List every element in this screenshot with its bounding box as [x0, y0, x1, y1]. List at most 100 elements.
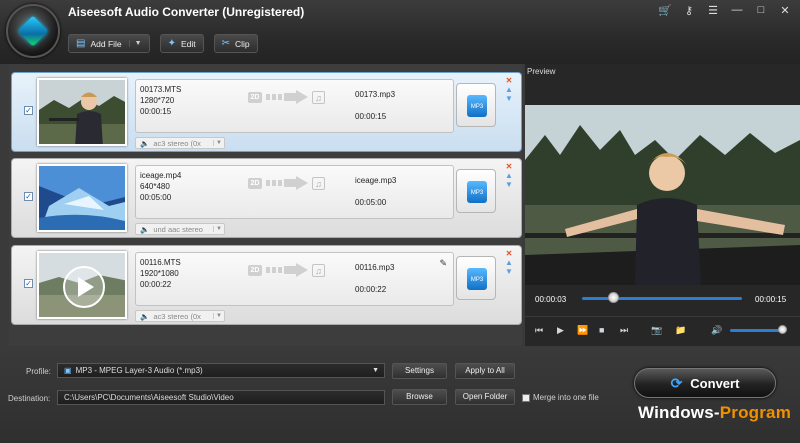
- move-up-icon[interactable]: ▲: [505, 258, 513, 267]
- seek-handle[interactable]: [608, 292, 619, 303]
- source-filename: 00173.MTS: [140, 85, 182, 94]
- refresh-icon: ⟳: [670, 374, 683, 391]
- file-row[interactable]: ✓ iceage.mp4 640*480 00:05:00 2D ♫ iceag…: [11, 158, 522, 238]
- chevron-down-icon: ▼: [213, 140, 224, 146]
- file-checkbox[interactable]: ✓: [24, 106, 33, 115]
- arrow-icon: [266, 176, 308, 190]
- source-duration: 00:05:00: [140, 193, 172, 202]
- output-filename: 00116.mp3: [355, 263, 395, 272]
- move-up-icon[interactable]: ▲: [505, 171, 513, 180]
- add-file-dropdown[interactable]: ▼: [128, 40, 142, 47]
- source-filename: 00116.MTS: [140, 258, 181, 267]
- audio-track-select[interactable]: 🔈 und aac stereo ▼: [135, 223, 225, 235]
- conversion-indicator: 2D ♫: [248, 176, 325, 190]
- seek-bar[interactable]: [582, 297, 742, 300]
- remove-icon[interactable]: ✕: [506, 76, 513, 85]
- speaker-icon: 🔈: [140, 224, 150, 234]
- output-filename: iceage.mp3: [355, 176, 397, 185]
- output-profile-button[interactable]: MP3: [456, 169, 496, 213]
- move-up-icon[interactable]: ▲: [505, 85, 513, 94]
- source-filename: iceage.mp4: [140, 171, 182, 180]
- remove-icon[interactable]: ✕: [506, 249, 513, 258]
- audio-track-select[interactable]: 🔈 ac3 stereo (0x ▼: [135, 310, 225, 322]
- minimize-icon[interactable]: —: [730, 4, 744, 17]
- open-folder-icon[interactable]: 📁: [675, 325, 686, 336]
- cart-icon[interactable]: 🛒: [658, 4, 672, 17]
- music-note-icon: ♫: [312, 90, 325, 104]
- open-folder-button[interactable]: Open Folder: [455, 389, 515, 405]
- music-note-icon: ♫: [312, 176, 325, 190]
- app-title: Aiseesoft Audio Converter (Unregistered): [68, 5, 305, 19]
- move-down-icon[interactable]: ▼: [505, 94, 513, 103]
- file-row[interactable]: ✓ 00173.MTS 1280*720 00:00:15 2D ♫ 00173…: [11, 72, 522, 152]
- title-bar: Aiseesoft Audio Converter (Unregistered)…: [0, 0, 800, 64]
- apply-to-all-button[interactable]: Apply to All: [455, 363, 515, 379]
- menu-icon[interactable]: ☰: [706, 4, 720, 17]
- source-resolution: 1920*1080: [140, 269, 179, 278]
- 2d-badge: 2D: [248, 177, 262, 189]
- source-resolution: 640*480: [140, 182, 170, 191]
- chevron-down-icon: ▼: [213, 226, 224, 232]
- rename-pencil-icon[interactable]: ✎: [439, 258, 447, 269]
- profile-select[interactable]: ▣ MP3 - MPEG Layer-3 Audio (*.mp3) ▼: [57, 363, 385, 378]
- play-icon[interactable]: ▶: [557, 325, 564, 336]
- speaker-icon: 🔈: [140, 138, 150, 148]
- file-info: 00116.MTS 1920*1080 00:00:22 2D ♫ 00116.…: [135, 252, 454, 306]
- move-down-icon[interactable]: ▼: [505, 267, 513, 276]
- file-row[interactable]: ✓ 00116.MTS 1920*1080 00:00:22 2D ♫ 0011…: [11, 245, 522, 325]
- file-checkbox[interactable]: ✓: [24, 279, 33, 288]
- chevron-down-icon: ▼: [372, 367, 379, 374]
- file-list: ✓ 00173.MTS 1280*720 00:00:15 2D ♫ 00173…: [9, 64, 522, 346]
- file-info: iceage.mp4 640*480 00:05:00 2D ♫ iceage.…: [135, 165, 454, 219]
- file-thumbnail: [37, 78, 127, 146]
- volume-slider[interactable]: [730, 329, 780, 332]
- output-profile-button[interactable]: MP3: [456, 256, 496, 300]
- speaker-icon: 🔈: [140, 311, 150, 321]
- arrow-icon: [266, 263, 308, 277]
- audio-track-select[interactable]: 🔈 ac3 stereo (0x ▼: [135, 137, 225, 149]
- 2d-badge: 2D: [248, 264, 262, 276]
- destination-label: Destination:: [8, 394, 51, 403]
- arrow-icon: [266, 90, 308, 104]
- file-checkbox[interactable]: ✓: [24, 192, 33, 201]
- preview-video[interactable]: [525, 105, 800, 285]
- mp3-profile-icon: MP3: [467, 95, 487, 117]
- checkbox-box[interactable]: [522, 393, 530, 402]
- toolbar: ▤ Add File ▼ ✦ Edit ✂ Clip: [68, 34, 258, 53]
- previous-icon[interactable]: ⏮: [535, 325, 543, 336]
- mp3-profile-icon: MP3: [467, 181, 487, 203]
- fast-forward-icon[interactable]: ⏩: [577, 325, 588, 336]
- output-duration: 00:00:15: [355, 112, 387, 121]
- total-time: 00:00:15: [755, 295, 787, 304]
- browse-button[interactable]: Browse: [392, 389, 447, 405]
- destination-input[interactable]: C:\Users\PC\Documents\Aiseesoft Studio\V…: [57, 390, 385, 405]
- conversion-indicator: 2D ♫: [248, 263, 325, 277]
- settings-button[interactable]: Settings: [392, 363, 447, 379]
- edit-button[interactable]: ✦ Edit: [159, 34, 204, 53]
- stop-icon[interactable]: ■: [599, 325, 604, 335]
- preview-panel: Preview 00:00:03 00:00:15 ⏮ ▶ ⏩ ■ ⏭ 📷 📁 …: [525, 64, 800, 346]
- clip-button[interactable]: ✂ Clip: [213, 34, 258, 53]
- maximize-icon[interactable]: □: [754, 4, 768, 17]
- profile-label: Profile:: [26, 367, 51, 376]
- volume-icon[interactable]: 🔊: [711, 325, 722, 336]
- key-icon[interactable]: ⚷: [682, 4, 696, 17]
- add-file-button[interactable]: ▤ Add File ▼: [68, 34, 150, 53]
- profile-icon: ▣: [64, 366, 72, 375]
- close-icon[interactable]: ✕: [778, 4, 792, 17]
- merge-checkbox[interactable]: Merge into one file: [522, 393, 599, 402]
- move-down-icon[interactable]: ▼: [505, 180, 513, 189]
- source-resolution: 1280*720: [140, 96, 175, 105]
- watermark: Windows-Program: [638, 403, 792, 422]
- remove-icon[interactable]: ✕: [506, 162, 513, 171]
- file-thumbnail: [37, 164, 127, 232]
- source-duration: 00:00:15: [140, 107, 172, 116]
- next-icon[interactable]: ⏭: [620, 325, 628, 336]
- output-filename: 00173.mp3: [355, 90, 396, 99]
- snapshot-camera-icon[interactable]: 📷: [651, 325, 662, 336]
- output-profile-button[interactable]: MP3: [456, 83, 496, 127]
- chevron-down-icon: ▼: [213, 313, 224, 319]
- volume-handle[interactable]: [778, 325, 787, 334]
- convert-button[interactable]: ⟳ Convert: [634, 368, 776, 398]
- conversion-indicator: 2D ♫: [248, 90, 325, 104]
